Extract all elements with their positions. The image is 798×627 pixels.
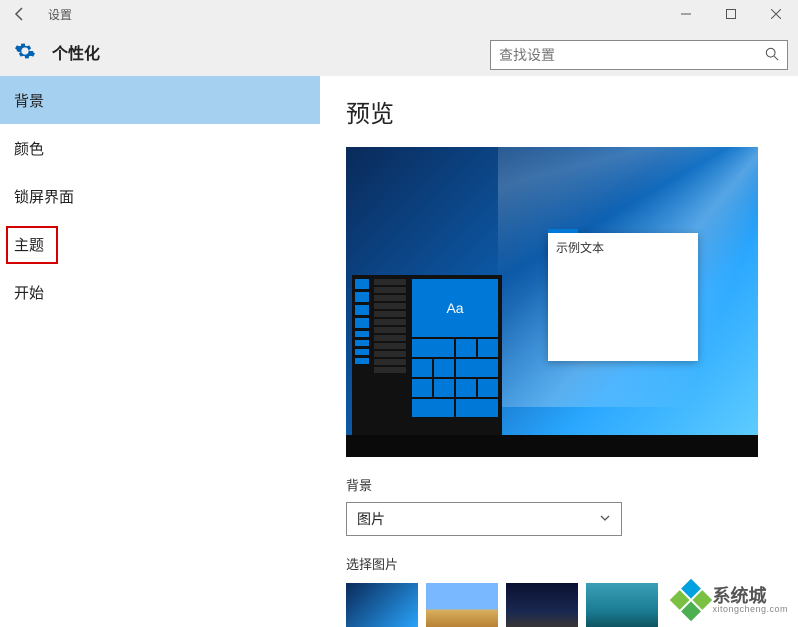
sidebar-item-start[interactable]: 开始 xyxy=(0,268,320,316)
sidebar-item-label: 颜色 xyxy=(14,138,44,159)
picture-thumb[interactable] xyxy=(426,583,498,627)
sample-text: 示例文本 xyxy=(556,241,604,255)
close-icon xyxy=(771,9,781,19)
taskbar-preview xyxy=(346,435,758,457)
search-container xyxy=(490,40,788,70)
main-panel: 预览 示例文本 Aa 背景 图片 xyxy=(320,76,798,627)
background-label: 背景 xyxy=(346,475,772,494)
titlebar: 设置 xyxy=(0,0,798,28)
chevron-down-icon xyxy=(599,511,611,527)
sample-window: 示例文本 xyxy=(548,233,698,361)
watermark: 系统城 xitongcheng.com xyxy=(676,585,788,615)
page-title: 个性化 xyxy=(52,40,100,64)
sidebar-item-colors[interactable]: 颜色 xyxy=(0,124,320,172)
window-title: 设置 xyxy=(48,6,72,23)
search-input-box[interactable] xyxy=(490,40,788,70)
preview-heading: 预览 xyxy=(346,94,772,129)
close-button[interactable] xyxy=(753,0,798,28)
window-controls xyxy=(663,0,798,28)
minimize-icon xyxy=(681,9,691,19)
sidebar-item-themes[interactable]: 主题 xyxy=(0,220,320,268)
dropdown-value: 图片 xyxy=(357,509,385,529)
maximize-icon xyxy=(726,9,736,19)
back-button[interactable] xyxy=(0,0,40,28)
choose-picture-label: 选择图片 xyxy=(346,554,772,573)
picture-thumb[interactable] xyxy=(506,583,578,627)
desktop-preview: 示例文本 Aa xyxy=(346,147,758,457)
watermark-url: xitongcheng.com xyxy=(712,605,788,614)
aa-tile: Aa xyxy=(412,279,498,337)
sidebar: 背景 颜色 锁屏界面 主题 开始 xyxy=(0,76,320,627)
sidebar-item-label: 主题 xyxy=(14,234,44,255)
gear-icon xyxy=(14,40,36,65)
start-menu-preview: Aa xyxy=(352,275,502,435)
sidebar-item-lockscreen[interactable]: 锁屏界面 xyxy=(0,172,320,220)
minimize-button[interactable] xyxy=(663,0,708,28)
sidebar-item-label: 锁屏界面 xyxy=(14,186,74,207)
content: 背景 颜色 锁屏界面 主题 开始 预览 示例文本 Aa xyxy=(0,76,798,627)
picture-thumb[interactable] xyxy=(586,583,658,627)
watermark-brand: 系统城 xyxy=(712,587,788,605)
background-dropdown[interactable]: 图片 xyxy=(346,502,622,536)
maximize-button[interactable] xyxy=(708,0,753,28)
arrow-left-icon xyxy=(12,6,28,22)
sidebar-item-label: 开始 xyxy=(14,282,44,303)
sidebar-item-background[interactable]: 背景 xyxy=(0,76,320,124)
search-input[interactable] xyxy=(499,47,765,63)
sidebar-item-label: 背景 xyxy=(14,90,44,111)
picture-thumb[interactable] xyxy=(346,583,418,627)
watermark-logo-icon xyxy=(670,579,712,621)
search-icon xyxy=(765,47,779,64)
